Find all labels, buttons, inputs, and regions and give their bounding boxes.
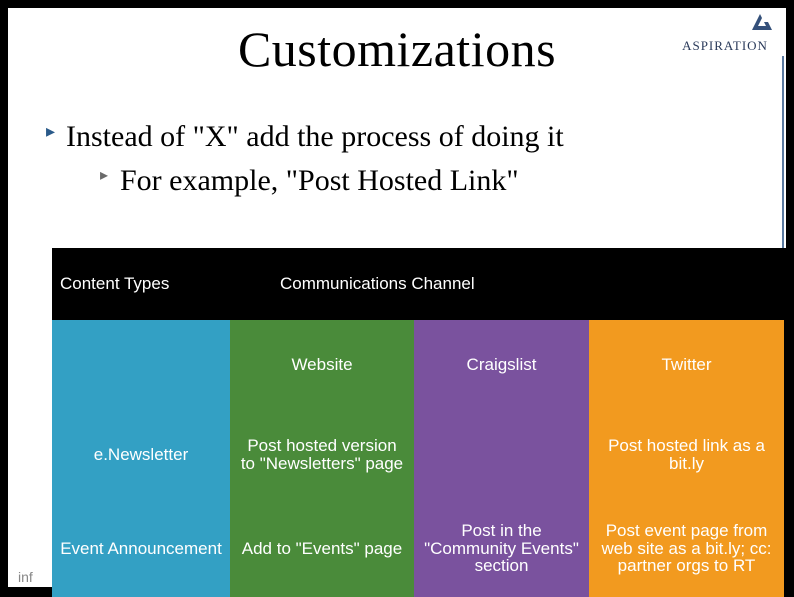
channel-website: Website — [230, 320, 414, 410]
cell-enewsletter-website: Post hosted version to "Newsletters" pag… — [230, 410, 414, 500]
header-communications-channel: Communications Channel — [230, 248, 784, 320]
channel-craigslist: Craigslist — [414, 320, 589, 410]
aspiration-logo: ASPIRATION — [676, 14, 774, 54]
bullet-list: Instead of "X" add the process of doing … — [8, 118, 786, 199]
header-content-types: Content Types — [52, 248, 230, 320]
logo-text: ASPIRATION — [682, 38, 768, 54]
cell-enewsletter-twitter: Post hosted link as a bit.ly — [589, 410, 784, 500]
row-label-enewsletter: e.Newsletter — [52, 410, 230, 500]
bullet-level-2: For example, "Post Hosted Link" — [120, 162, 746, 200]
footer-fragment: inf — [18, 569, 33, 585]
cell-enewsletter-craigslist — [414, 410, 589, 500]
channel-twitter: Twitter — [589, 320, 784, 410]
row-header-empty — [52, 320, 230, 410]
bullet-level-1: Instead of "X" add the process of doing … — [66, 118, 746, 156]
cell-event-twitter: Post event page from web site as a bit.l… — [589, 500, 784, 597]
row-label-event-announcement: Event Announcement — [52, 500, 230, 597]
slide-title: Customizations — [8, 20, 786, 78]
slide: ASPIRATION Customizations Instead of "X"… — [8, 8, 786, 587]
content-matrix: Content Types Communications Channel Web… — [52, 248, 786, 587]
cell-event-website: Add to "Events" page — [230, 500, 414, 597]
cell-event-craigslist: Post in the "Community Events" section — [414, 500, 589, 597]
